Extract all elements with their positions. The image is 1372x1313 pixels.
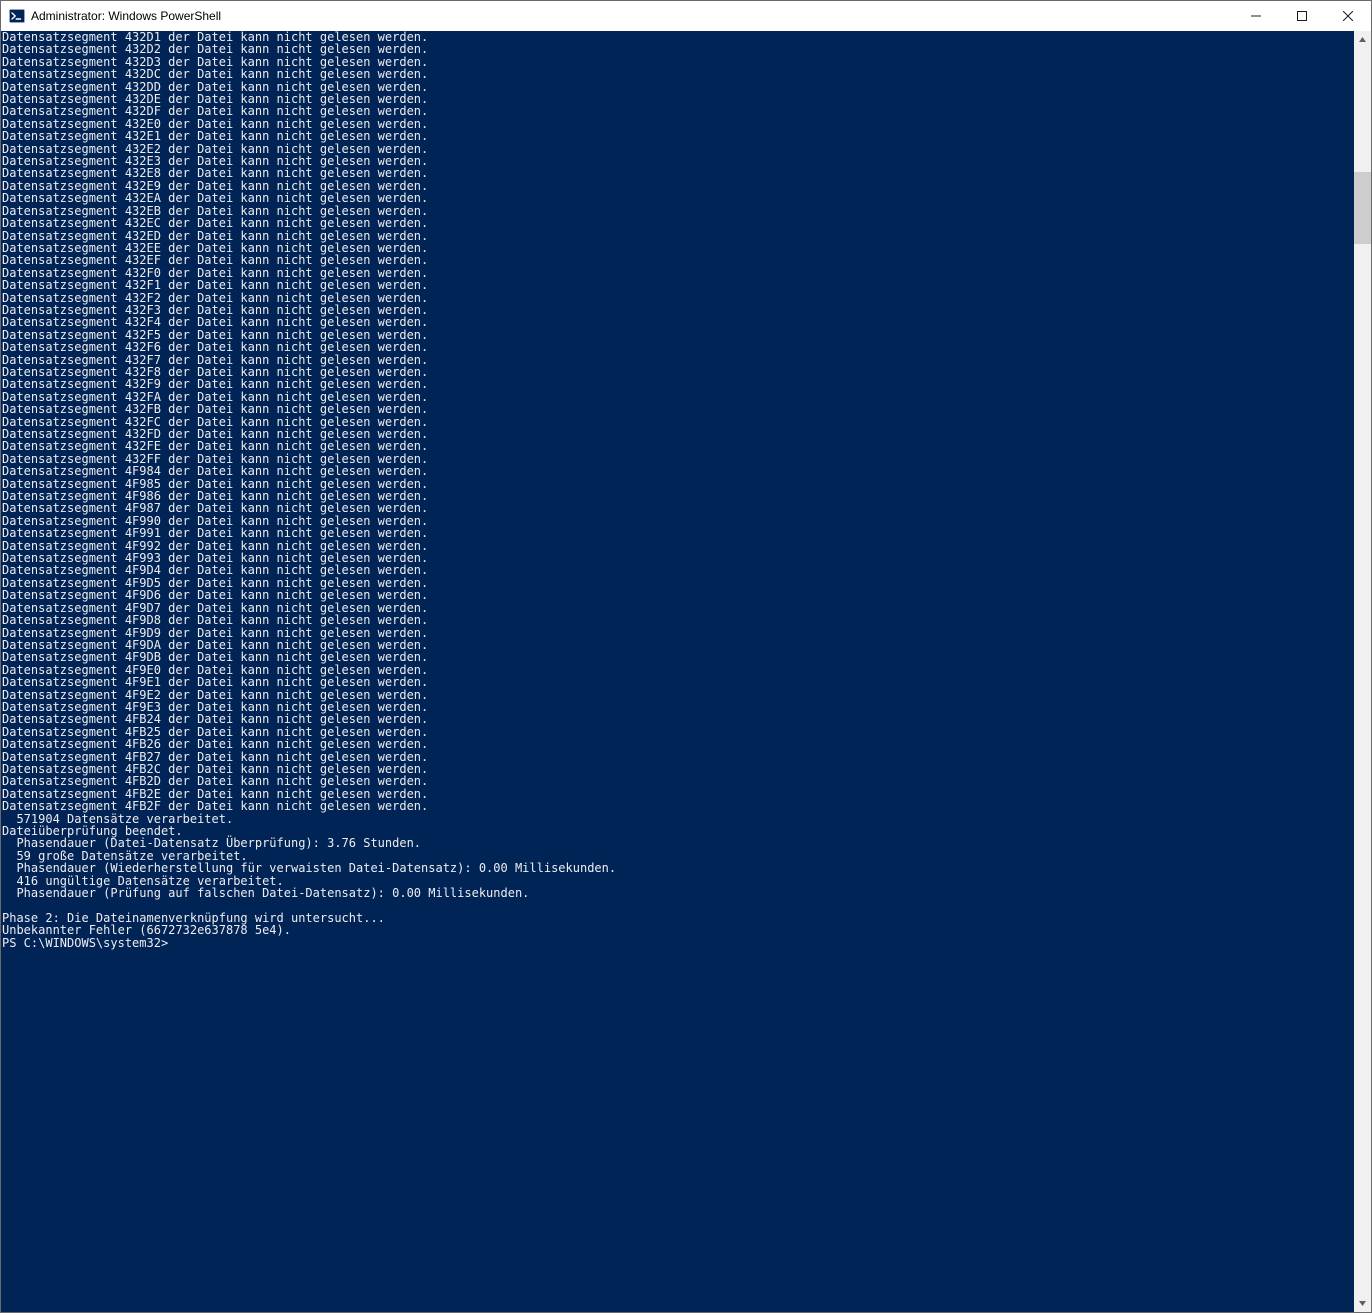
console-line: 571904 Datensätze verarbeitet. <box>2 813 1354 825</box>
console-line: Datensatzsegment 432F9 der Datei kann ni… <box>2 378 1354 390</box>
console-blank-line <box>2 899 1354 911</box>
minimize-button[interactable] <box>1233 1 1279 31</box>
console-line: Datensatzsegment 4F9D6 der Datei kann ni… <box>2 589 1354 601</box>
console-line: Datensatzsegment 4F9E1 der Datei kann ni… <box>2 676 1354 688</box>
console-line: PS C:\WINDOWS\system32> <box>2 937 1354 949</box>
console-line: Datensatzsegment 432E8 der Datei kann ni… <box>2 167 1354 179</box>
console-line: Datensatzsegment 432F1 der Datei kann ni… <box>2 279 1354 291</box>
console-line: Unbekannter Fehler (6672732e637878 5e4). <box>2 924 1354 936</box>
console-line: Datensatzsegment 432D2 der Datei kann ni… <box>2 43 1354 55</box>
window-controls <box>1233 1 1371 31</box>
console-line: Datensatzsegment 432DC der Datei kann ni… <box>2 68 1354 80</box>
console-line: Datensatzsegment 432DF der Datei kann ni… <box>2 105 1354 117</box>
console-line: Datensatzsegment 432FE der Datei kann ni… <box>2 440 1354 452</box>
console-line: Datensatzsegment 4F9DB der Datei kann ni… <box>2 651 1354 663</box>
console-line: Datensatzsegment 4F987 der Datei kann ni… <box>2 502 1354 514</box>
console-line: Datensatzsegment 432EA der Datei kann ni… <box>2 192 1354 204</box>
maximize-button[interactable] <box>1279 1 1325 31</box>
vertical-scrollbar[interactable] <box>1354 31 1371 1312</box>
console-line: Datensatzsegment 4F9D8 der Datei kann ni… <box>2 614 1354 626</box>
titlebar[interactable]: Administrator: Windows PowerShell <box>1 1 1371 31</box>
console-line: Datensatzsegment 432EF der Datei kann ni… <box>2 254 1354 266</box>
console-line: Datensatzsegment 4FB26 der Datei kann ni… <box>2 738 1354 750</box>
window-title: Administrator: Windows PowerShell <box>31 9 221 23</box>
console-line: Datensatzsegment 432F6 der Datei kann ni… <box>2 341 1354 353</box>
console-line: Datensatzsegment 432E1 der Datei kann ni… <box>2 130 1354 142</box>
console-line: Phasendauer (Prüfung auf falschen Datei-… <box>2 887 1354 899</box>
console-line: Datensatzsegment 4FB2D der Datei kann ni… <box>2 775 1354 787</box>
console-line: Datensatzsegment 4F984 der Datei kann ni… <box>2 465 1354 477</box>
powershell-icon <box>9 8 25 24</box>
close-button[interactable] <box>1325 1 1371 31</box>
scroll-up-button[interactable] <box>1354 31 1371 48</box>
client-area: Datensatzsegment 432D1 der Datei kann ni… <box>1 31 1371 1312</box>
console-output[interactable]: Datensatzsegment 432D1 der Datei kann ni… <box>1 31 1354 1312</box>
scrollbar-thumb[interactable] <box>1354 172 1371 244</box>
console-line: Datensatzsegment 432FB der Datei kann ni… <box>2 403 1354 415</box>
scroll-down-button[interactable] <box>1354 1295 1371 1312</box>
powershell-window: Administrator: Windows PowerShell Datens… <box>0 0 1372 1313</box>
console-line: Phasendauer (Wiederherstellung für verwa… <box>2 862 1354 874</box>
console-line: Datensatzsegment 4F991 der Datei kann ni… <box>2 527 1354 539</box>
console-line: Datensatzsegment 4F9D4 der Datei kann ni… <box>2 564 1354 576</box>
console-line: Datensatzsegment 432F4 der Datei kann ni… <box>2 316 1354 328</box>
console-line: Datensatzsegment 4FB2F der Datei kann ni… <box>2 800 1354 812</box>
console-line: Phasendauer (Datei-Datensatz Überprüfung… <box>2 837 1354 849</box>
console-line: Datensatzsegment 432EC der Datei kann ni… <box>2 217 1354 229</box>
console-line: Datensatzsegment 4FB24 der Datei kann ni… <box>2 713 1354 725</box>
